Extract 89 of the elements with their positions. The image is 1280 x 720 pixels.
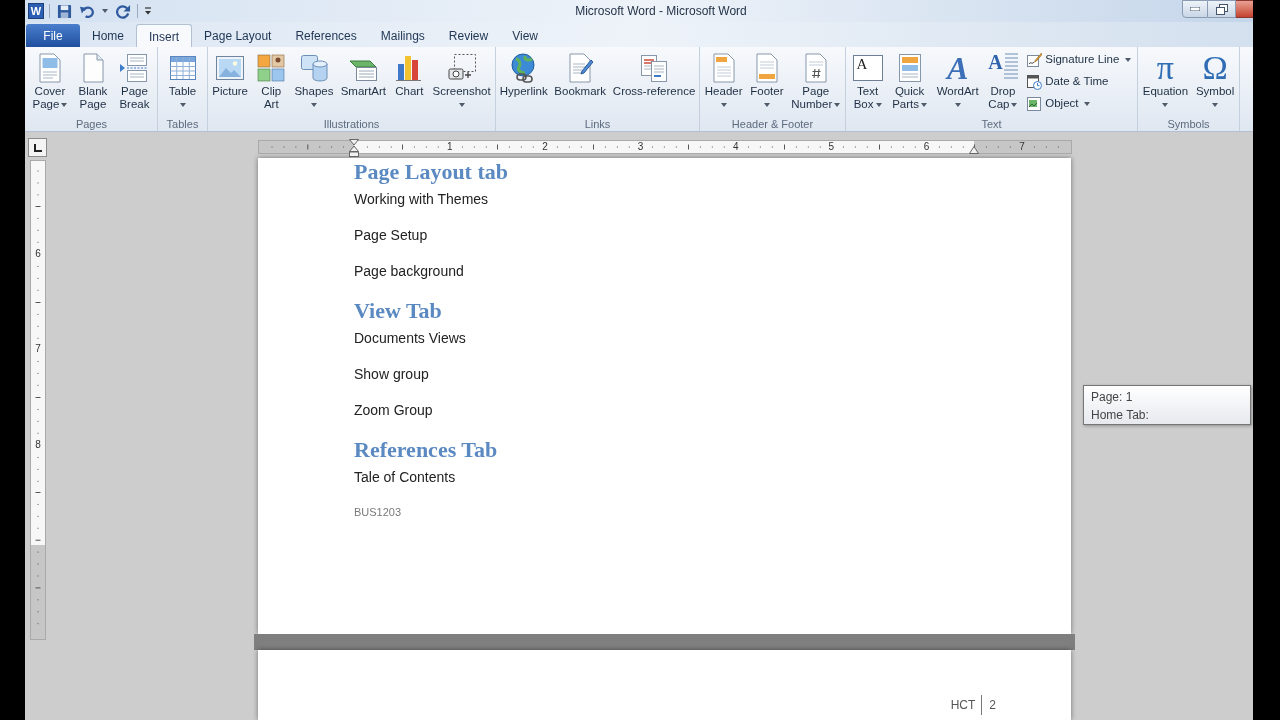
ribbon-button[interactable]: π Equation bbox=[1139, 48, 1192, 116]
paragraph-text: Zoom Group bbox=[354, 402, 433, 418]
ribbon-button[interactable]: Header bbox=[701, 48, 746, 116]
ruler-number: 4 bbox=[732, 141, 740, 153]
ribbon-button[interactable]: A Drop Cap bbox=[985, 48, 1021, 116]
ribbon-tab[interactable]: Insert bbox=[136, 24, 193, 48]
ribbon-button[interactable]: Chart bbox=[390, 48, 429, 116]
ribbon-tab[interactable]: Home bbox=[80, 24, 136, 47]
tooltip-text: Home Tab: bbox=[1091, 407, 1149, 424]
ribbon-button[interactable]: Table bbox=[163, 48, 202, 116]
ruler-number: 2 bbox=[541, 141, 549, 153]
ribbon-button[interactable]: Blank Page bbox=[73, 48, 112, 116]
footer-text: BUS1203 bbox=[354, 505, 402, 519]
indent-marker-icon[interactable] bbox=[349, 139, 359, 157]
section-heading: View Tab bbox=[354, 299, 442, 323]
restore-icon bbox=[1215, 3, 1228, 15]
redo-icon bbox=[115, 3, 131, 19]
tab-stop-selector[interactable] bbox=[28, 138, 47, 157]
ribbon-button[interactable]: A Text Box bbox=[849, 48, 886, 116]
ribbon-tab[interactable]: View bbox=[500, 24, 550, 47]
indent-marker-icon[interactable] bbox=[969, 146, 979, 154]
ruler-number: 7 bbox=[35, 343, 41, 356]
ruler-number: 5 bbox=[827, 141, 836, 153]
paragraph-text: Show group bbox=[354, 366, 429, 382]
ribbon-tab[interactable]: Mailings bbox=[368, 24, 437, 47]
ribbon-button[interactable]: Quick Parts bbox=[889, 48, 931, 116]
image-tiles-icon bbox=[255, 52, 288, 84]
left-tab-stop-icon bbox=[33, 143, 42, 152]
ribbon-button[interactable]: Ω Symbol bbox=[1192, 48, 1238, 116]
text-box-icon: A bbox=[852, 55, 883, 81]
pi-icon: π bbox=[1156, 52, 1174, 84]
ruler-number: 8 bbox=[35, 438, 41, 451]
redo-button[interactable] bbox=[114, 2, 132, 20]
ribbon-tab[interactable]: References bbox=[283, 24, 369, 47]
bar-caret-icon bbox=[144, 7, 152, 15]
group-label: Links bbox=[584, 117, 611, 131]
ribbon-button[interactable]: Page Number bbox=[788, 48, 844, 116]
section-heading: Page Layout tab bbox=[354, 160, 508, 184]
group-label: Text bbox=[981, 117, 1002, 131]
restore-button[interactable] bbox=[1208, 0, 1236, 18]
ribbon-button[interactable]: SmartArt bbox=[337, 48, 390, 116]
omega-icon: Ω bbox=[1202, 52, 1228, 84]
ribbon-tab[interactable]: Review bbox=[436, 24, 501, 47]
paragraph-text: Working with Themes bbox=[354, 191, 489, 207]
minimize-icon bbox=[1190, 7, 1200, 11]
paragraph-text: Page Setup bbox=[354, 227, 428, 243]
ribbon-small-button[interactable]: Object bbox=[1024, 93, 1093, 115]
styled-letter-icon: A bbox=[946, 52, 969, 84]
ruler-number: 1 bbox=[445, 141, 454, 153]
caret-icon bbox=[102, 9, 108, 13]
object-frame-icon bbox=[1026, 96, 1043, 112]
save-button[interactable] bbox=[55, 2, 73, 20]
ribbon-button[interactable]: Screenshot bbox=[429, 48, 494, 116]
ribbon-small-button[interactable]: Date & Time bbox=[1024, 71, 1111, 93]
paragraph-text: Documents Views bbox=[354, 330, 466, 346]
ribbon-button[interactable]: A WordArt bbox=[933, 48, 982, 116]
ribbon-button[interactable]: Cross-reference bbox=[609, 48, 699, 116]
ribbon-button[interactable]: Page Break bbox=[115, 48, 154, 116]
group-label: Pages bbox=[75, 117, 108, 131]
ribbon-tab[interactable]: File bbox=[26, 24, 80, 47]
ruler-number: 6 bbox=[35, 248, 41, 260]
group-label: Tables bbox=[166, 117, 199, 131]
signature-pen-icon bbox=[1026, 52, 1043, 68]
ribbon-button[interactable]: Cover Page bbox=[29, 48, 71, 116]
tooltip-text: Page: 1 bbox=[1091, 389, 1133, 406]
ribbon-button[interactable]: Clip Art bbox=[252, 48, 291, 116]
ribbon-button[interactable]: Picture bbox=[209, 48, 251, 116]
ruler-number: 6 bbox=[922, 141, 931, 153]
page-number: 2 bbox=[988, 697, 996, 713]
calendar-clock-icon bbox=[1026, 74, 1043, 90]
ruler-number: 7 bbox=[1018, 141, 1026, 153]
close-button[interactable] bbox=[1236, 0, 1253, 18]
group-label: Header & Footer bbox=[731, 117, 814, 131]
ribbon-button[interactable]: Footer bbox=[747, 48, 787, 116]
ribbon-button[interactable]: Bookmark bbox=[551, 48, 610, 116]
section-heading: References Tab bbox=[354, 438, 498, 462]
group-label: Symbols bbox=[1167, 117, 1210, 131]
paragraph-text: Tale of Contents bbox=[354, 469, 456, 485]
ribbon-tab[interactable]: Page Layout bbox=[192, 24, 284, 47]
header-text: HCT bbox=[950, 697, 977, 713]
window-title: Microsoft Word - Microsoft Word bbox=[574, 3, 748, 20]
ribbon-small-button[interactable]: Signature Line bbox=[1024, 49, 1134, 71]
undo-icon bbox=[79, 3, 95, 19]
app-logo-icon: W bbox=[28, 3, 44, 19]
ribbon-button[interactable]: Hyperlink bbox=[496, 48, 551, 116]
ribbon-button[interactable]: Shapes bbox=[291, 48, 337, 116]
ruler-number: 3 bbox=[636, 141, 645, 153]
paragraph-text: Page background bbox=[354, 263, 464, 279]
group-label: Illustrations bbox=[323, 117, 380, 131]
